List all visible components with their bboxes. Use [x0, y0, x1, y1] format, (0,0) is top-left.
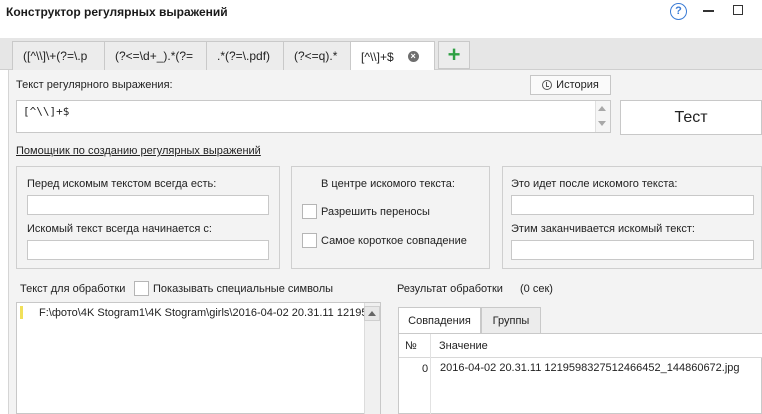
tab-matches[interactable]: Совпадения	[398, 307, 481, 334]
shortest-match-label: Самое короткое совпадение	[321, 235, 467, 247]
show-special-label: Показывать специальные символы	[153, 283, 334, 295]
minimize-icon[interactable]	[703, 10, 714, 12]
tab-regex-active[interactable]: [^\\]+$ ×	[350, 41, 435, 71]
tab-regex-4[interactable]: (?<=q).*	[283, 41, 351, 70]
add-tab-button[interactable]: +	[438, 41, 470, 69]
ends-with-label: Этим заканчивается искомый текст:	[511, 223, 695, 235]
window-title: Конструктор регулярных выражений	[6, 5, 228, 19]
history-button[interactable]: История	[530, 75, 611, 95]
tab-groups-label: Группы	[492, 314, 530, 327]
processing-text-line[interactable]: F:\фото\4K Stogram1\4K Stogram\girls\201…	[39, 307, 365, 319]
always-before-input[interactable]	[27, 195, 269, 215]
result-time: (0 сек)	[520, 283, 553, 295]
close-tab-icon[interactable]: ×	[407, 51, 419, 62]
line-marker	[20, 306, 23, 319]
tab-regex-1[interactable]: ([^\\]\+(?=\.p	[12, 41, 105, 70]
tab-label: ([^\\]\+(?=\.p	[23, 49, 88, 63]
help-icon[interactable]: ?	[670, 3, 687, 20]
regex-label: Текст регулярного выражения:	[16, 79, 173, 91]
test-button[interactable]: Тест	[620, 100, 762, 135]
scroll-up-icon	[368, 311, 376, 316]
maximize-icon[interactable]	[733, 5, 743, 15]
tab-regex-2[interactable]: (?<=\d+_).*(?=	[104, 41, 207, 70]
row-value: 2016-04-02 20.31.11 1219598327512466452_…	[440, 362, 740, 374]
tab-label: .*(?=\.pdf)	[217, 49, 271, 63]
tab-label: (?<=q).*	[294, 49, 338, 63]
starts-with-input[interactable]	[27, 240, 269, 260]
after-label: Это идет после искомого текста:	[511, 178, 678, 190]
regex-input[interactable]: [^\\]+$	[16, 100, 611, 133]
starts-with-label: Искомый текст всегда начинается с:	[27, 223, 212, 235]
processing-text-label: Текст для обработки	[20, 283, 126, 295]
tab-regex-3[interactable]: .*(?=\.pdf)	[206, 41, 284, 70]
history-icon	[542, 80, 553, 90]
tab-matches-label: Совпадения	[408, 315, 471, 327]
tab-label: (?<=\d+_).*(?=	[115, 49, 194, 63]
tab-label: [^\\]+$	[361, 49, 394, 64]
column-header-num[interactable]: №	[405, 340, 417, 352]
show-special-checkbox[interactable]	[134, 281, 149, 296]
scroll-up-icon[interactable]	[598, 106, 606, 111]
tab-groups[interactable]: Группы	[481, 307, 541, 333]
always-before-label: Перед искомым текстом всегда есть:	[27, 178, 217, 190]
column-header-value[interactable]: Значение	[439, 340, 488, 352]
after-input[interactable]	[511, 195, 754, 215]
regex-helper-link[interactable]: Помощник по созданию регулярных выражени…	[16, 145, 261, 157]
ends-with-input[interactable]	[511, 240, 754, 260]
center-label: В центре искомого текста:	[321, 178, 455, 190]
allow-linebreaks-checkbox[interactable]	[302, 204, 317, 219]
shortest-match-checkbox[interactable]	[302, 233, 317, 248]
allow-linebreaks-label: Разрешить переносы	[321, 206, 430, 218]
history-label: История	[556, 79, 599, 91]
row-num: 0	[422, 363, 429, 375]
scroll-down-icon[interactable]	[598, 121, 606, 126]
result-label: Результат обработки	[397, 283, 503, 295]
